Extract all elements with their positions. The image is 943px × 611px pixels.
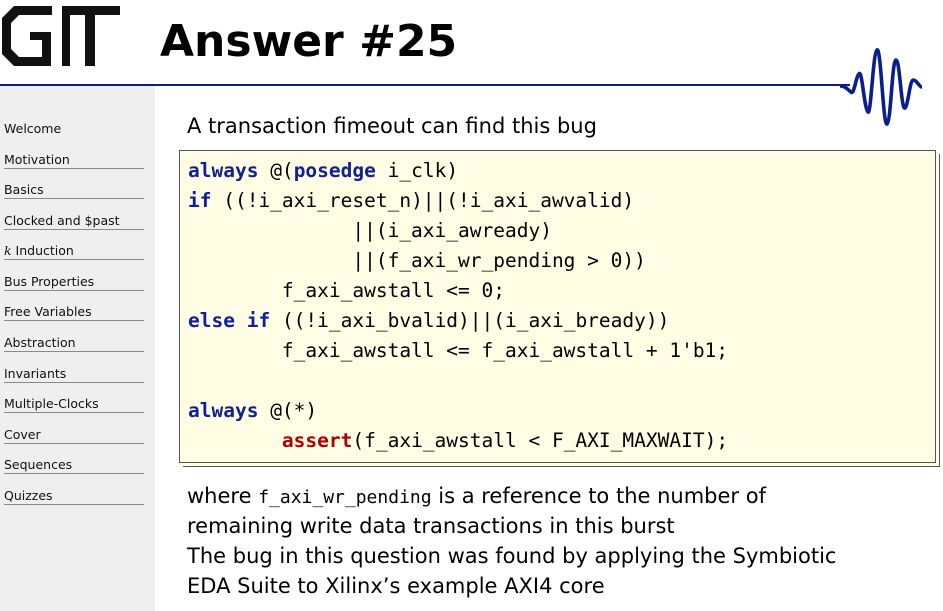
sidebar-item-clocked-and-past[interactable]: Clocked and $past [4,208,144,230]
intro-text: A transaction fimeout can find this bug [187,114,597,138]
sidebar-item-basics[interactable]: Basics [4,177,144,199]
sidebar-item-k-induction[interactable]: k Induction [4,238,144,260]
waveform-icon [840,48,922,126]
sidebar-item-welcome[interactable]: Welcome [4,116,144,138]
code-keyword: if [188,189,212,212]
code-block-shadow-rule [185,466,937,467]
sidebar-item-quizzes[interactable]: Quizzes [4,483,144,505]
sidebar-item-cover[interactable]: Cover [4,422,144,444]
explanation-line: The bug in this question was found by ap… [187,544,837,568]
explanation-line: EDA Suite to Xilinx’s example AXI4 core [187,574,605,598]
sidebar-item-invariants[interactable]: Invariants [4,361,144,383]
code-keyword: if [246,309,271,332]
code-keyword: always [188,399,259,422]
sidebar-item-sequences[interactable]: Sequences [4,452,144,474]
code-block: always @(posedge i_clk) if ((!i_axi_rese… [179,150,936,463]
sidebar-item-free-variables[interactable]: Free Variables [4,299,144,321]
code-keyword: always [188,159,259,182]
sidebar-item-motivation[interactable]: Motivation [4,147,144,169]
sidebar-item-multiple-clocks[interactable]: Multiple-Clocks [4,391,144,413]
code-keyword-assert: assert [281,429,353,452]
sidebar: Welcome Motivation Basics Clocked and $p… [0,86,155,611]
explanation-line: remaining write data transactions in thi… [187,514,675,538]
code-listing: always @(posedge i_clk) if ((!i_axi_rese… [188,159,729,452]
code-keyword: posedge [293,159,376,182]
sidebar-item-bus-properties[interactable]: Bus Properties [4,269,144,291]
inline-code: f_axi_wr_pending [258,487,432,508]
explanation-line: where f_axi_wr_pending is a reference to… [187,484,766,508]
page-title: Answer #25 [160,16,458,67]
sidebar-item-abstraction[interactable]: Abstraction [4,330,144,352]
gt-logo [2,6,120,66]
code-keyword: else [188,309,235,332]
